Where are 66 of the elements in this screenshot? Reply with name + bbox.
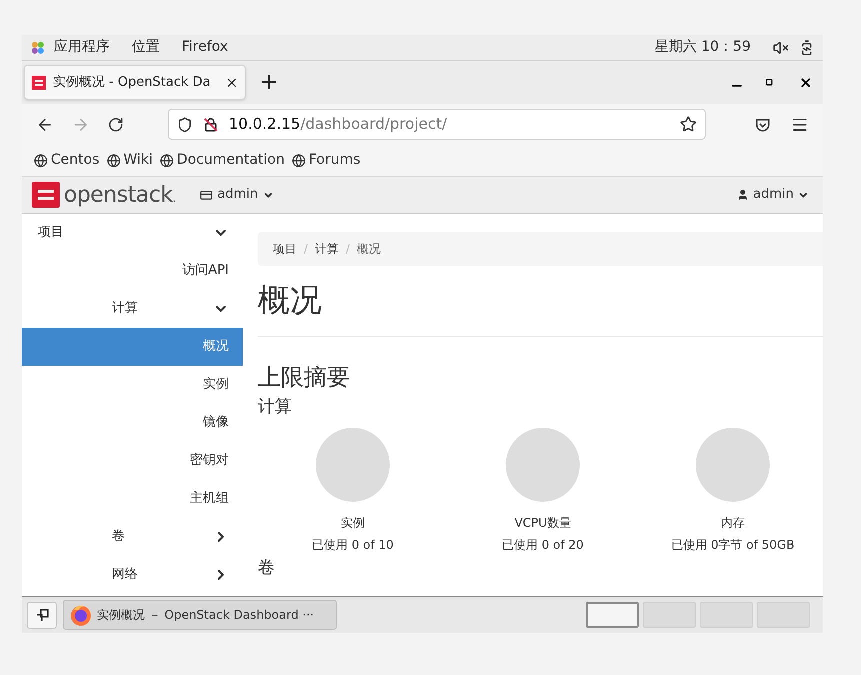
- firefox-icon: [70, 604, 92, 626]
- bookmark-link[interactable]: Wiki: [106, 150, 154, 171]
- clock: 星期六 10：59: [654, 38, 751, 57]
- globe-icon: [106, 154, 121, 168]
- breadcrumb-link[interactable]: 计算: [315, 240, 340, 258]
- gauge-usage: 已使用 0 of 10: [312, 537, 394, 553]
- project-icon: [200, 188, 212, 202]
- apps-icon: [30, 40, 46, 56]
- shield-icon: [177, 116, 193, 132]
- sidebar-item[interactable]: 访问API: [22, 252, 243, 290]
- globe-icon: [160, 154, 174, 168]
- top-menu[interactable]: 位置: [132, 37, 160, 58]
- project-dropdown[interactable]: admin: [200, 185, 274, 205]
- user-dropdown[interactable]: admin: [737, 185, 809, 205]
- gauge-usage: 已使用 0字节 of 50GB: [671, 537, 795, 553]
- openstack-logo: openstack.: [64, 182, 176, 210]
- breadcrumb-separator: /: [346, 241, 350, 258]
- subsection-title: 计算: [258, 396, 293, 419]
- workspace-thumbnail[interactable]: [586, 602, 639, 628]
- subsection-title: 卷: [258, 557, 276, 579]
- top-menu[interactable]: Firefox: [182, 37, 228, 58]
- insecure-lock-icon: [203, 116, 219, 132]
- sidebar-group[interactable]: 卷: [22, 518, 243, 556]
- restore-window-icon: [36, 608, 48, 622]
- globe-icon: [292, 154, 306, 168]
- workspace-thumbnail[interactable]: [643, 602, 696, 628]
- maximize-icon[interactable]: [766, 79, 773, 86]
- breadcrumb-link[interactable]: 项目: [273, 240, 297, 258]
- url-text: 10.0.2.15/dashboard/project/: [229, 114, 448, 136]
- gauge-label: VCPU数量: [514, 515, 572, 531]
- sidebar-item[interactable]: 镜像: [22, 404, 243, 442]
- breadcrumb-separator: /: [304, 241, 308, 258]
- browser-tab[interactable]: 实例概况 - OpenStack Da: [24, 65, 246, 100]
- bookmark-link[interactable]: Forums: [292, 150, 361, 171]
- top-menu[interactable]: 应用程序: [54, 37, 110, 58]
- breadcrumb-current: 概况: [357, 241, 382, 258]
- gauge-usage: 已使用 0 of 20: [502, 537, 584, 553]
- sidebar-item[interactable]: 主机组: [22, 480, 243, 518]
- pocket-icon[interactable]: [755, 116, 771, 132]
- show-desktop-button[interactable]: [27, 602, 57, 628]
- reload-icon[interactable]: [108, 116, 124, 132]
- page-title: 概况: [258, 278, 823, 337]
- bookmark-star-icon[interactable]: [680, 116, 697, 133]
- close-icon[interactable]: [799, 76, 813, 90]
- gauge-label: 内存: [721, 515, 745, 531]
- volume-muted-icon[interactable]: [773, 40, 789, 56]
- section-title: 上限摘要: [258, 364, 351, 393]
- openstack-favicon: [31, 74, 47, 90]
- openstack-logo-icon: [32, 182, 60, 208]
- workspace-thumbnail[interactable]: [757, 602, 810, 628]
- globe-icon: [34, 154, 48, 168]
- bookmark-link[interactable]: Documentation: [160, 150, 285, 171]
- gauge-label: 实例: [341, 515, 365, 531]
- url-field[interactable]: 10.0.2.15/dashboard/project/: [168, 109, 706, 140]
- sidebar-group[interactable]: 项目: [22, 214, 243, 252]
- sidebar-group[interactable]: 计算: [22, 290, 243, 328]
- bookmark-link[interactable]: Centos: [34, 150, 100, 171]
- workspace-thumbnail[interactable]: [700, 602, 753, 628]
- sidebar-item[interactable]: 实例: [22, 366, 243, 404]
- tab-title: 实例概况 - OpenStack Da: [53, 74, 212, 92]
- sidebar-group[interactable]: 网络: [22, 556, 243, 594]
- sidebar-item[interactable]: 概况: [22, 328, 243, 366]
- sidebar-item[interactable]: 密钥对: [22, 442, 243, 480]
- taskbar-window-button[interactable]: 实例概况 － OpenStack Dashboard ···: [63, 600, 337, 630]
- new-tab-button[interactable]: +: [260, 66, 278, 99]
- user-icon: [737, 189, 750, 201]
